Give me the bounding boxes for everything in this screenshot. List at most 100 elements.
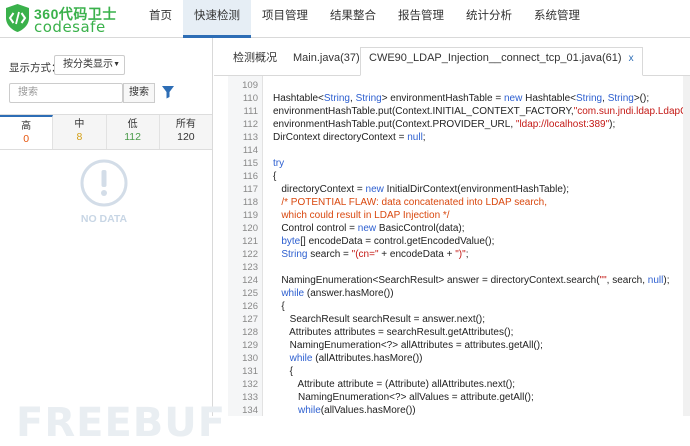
- code-token: which could result in LDAP Injection */: [273, 210, 450, 221]
- code-token: byte: [273, 236, 301, 247]
- nav-results[interactable]: 结果整合: [319, 0, 387, 38]
- line-number: 121: [242, 236, 258, 247]
- nav-system[interactable]: 系统管理: [523, 0, 591, 38]
- severity-tabs: 高 0 中 8 低 112 所有 120: [0, 114, 212, 150]
- code-token: [] encodeData = control.getEncodedValue(…: [300, 236, 495, 247]
- severity-tab-low[interactable]: 低 112: [107, 115, 160, 149]
- line-number: 110: [242, 93, 258, 104]
- nav-projects[interactable]: 项目管理: [251, 0, 319, 38]
- line-number: 116: [242, 171, 258, 182]
- severity-label: 所有: [175, 119, 196, 130]
- nav-home[interactable]: 首页: [138, 0, 183, 38]
- code-token: while: [273, 288, 305, 299]
- code-text: /* POTENTIAL FLAW: data concatenated int…: [273, 196, 547, 209]
- code-token: /* POTENTIAL FLAW: data concatenated int…: [273, 197, 548, 208]
- filter-icon[interactable]: [162, 85, 174, 99]
- code-text: NamingEnumeration<?> allValues = attribu…: [273, 391, 534, 404]
- code-token: directoryContext =: [273, 184, 366, 195]
- severity-tab-high[interactable]: 高 0: [0, 115, 54, 149]
- code-token: (allValues.hasMore()): [320, 405, 416, 416]
- code-token: while: [273, 353, 313, 364]
- search-input[interactable]: 搜索: [9, 83, 123, 103]
- code-token: >();: [633, 93, 650, 104]
- code-text: Hashtable<String, String> environmentHas…: [273, 92, 649, 105]
- code-token: DirContext directoryContext =: [273, 132, 408, 143]
- search-button[interactable]: 搜索: [123, 83, 155, 103]
- code-line: 134 while(allValues.hasMore()): [228, 404, 690, 416]
- line-number: 134: [242, 405, 258, 416]
- code-text: SearchResult searchResult = answer.next(…: [273, 313, 485, 326]
- tab-overview[interactable]: 检测概况: [224, 47, 286, 76]
- code-line: 129 NamingEnumeration<?> allAttributes =…: [228, 339, 690, 352]
- code-token: ")": [455, 249, 466, 260]
- code-token: new: [357, 223, 377, 234]
- code-token: null: [647, 275, 664, 286]
- line-number: 120: [242, 223, 258, 234]
- code-token: try: [273, 158, 285, 169]
- code-text: DirContext directoryContext = null;: [273, 131, 426, 144]
- nav-reports[interactable]: 报告管理: [387, 0, 455, 38]
- code-line: 125 while (answer.hasMore()): [228, 287, 690, 300]
- code-token: ;: [422, 132, 426, 143]
- code-line: 113 DirContext directoryContext = null;: [228, 131, 690, 144]
- line-number: 130: [242, 353, 258, 364]
- display-mode-value: 按分类显示: [63, 59, 113, 70]
- code-token: String: [323, 93, 350, 104]
- line-number: 128: [242, 327, 258, 338]
- severity-count: 112: [124, 131, 141, 143]
- line-number: 133: [242, 392, 258, 403]
- close-icon[interactable]: x: [629, 53, 634, 64]
- code-token: (allAttributes.hasMore()): [312, 353, 423, 364]
- main-nav: 首页 快速检测 项目管理 结果整合 报告管理 统计分析 系统管理: [138, 0, 591, 38]
- code-token: "": [599, 275, 607, 286]
- tab-cwe90-file[interactable]: CWE90_LDAP_Injection__connect_tcp_01.jav…: [360, 47, 643, 76]
- code-token: environmentHashTable.put(Context.INITIAL…: [273, 106, 574, 117]
- file-tabbar: 检测概况 Main.java(37) CWE90_LDAP_Injection_…: [214, 38, 690, 76]
- code-token: environmentHashTable.put(Context.PROVIDE…: [273, 119, 516, 130]
- code-text: NamingEnumeration<SearchResult> answer =…: [273, 274, 669, 287]
- code-token: BasicControl(data);: [376, 223, 465, 234]
- code-token: , search,: [606, 275, 648, 286]
- line-number: 118: [242, 197, 258, 208]
- code-line: 132 Attribute attribute = (Attribute) al…: [228, 378, 690, 391]
- vertical-scrollbar[interactable]: [683, 76, 690, 416]
- code-line: 111 environmentHashTable.put(Context.INIT…: [228, 105, 690, 118]
- severity-tab-all[interactable]: 所有 120: [160, 115, 212, 149]
- line-number: 119: [242, 210, 258, 221]
- severity-tab-medium[interactable]: 中 8: [53, 115, 107, 149]
- code-line: 127 SearchResult searchResult = answer.n…: [228, 313, 690, 326]
- display-mode-select[interactable]: 按分类显示 ▼: [54, 55, 125, 75]
- code-line: 131 {: [228, 365, 690, 378]
- severity-label: 高: [21, 121, 32, 132]
- code-token: );: [609, 119, 616, 130]
- top-navbar: 360代码卫士 codesafe 首页 快速检测 项目管理 结果整合 报告管理 …: [0, 0, 690, 38]
- code-token: null: [407, 132, 423, 143]
- code-text: {: [273, 170, 276, 183]
- code-token: "(cn=": [351, 249, 379, 260]
- code-line: 123: [228, 261, 690, 274]
- nav-quick-scan[interactable]: 快速检测: [183, 0, 251, 38]
- code-line: 118 /* POTENTIAL FLAW: data concatenated…: [228, 196, 690, 209]
- code-line: 112 environmentHashTable.put(Context.PROV…: [228, 118, 690, 131]
- brand-logo[interactable]: 360代码卫士 codesafe: [4, 3, 144, 36]
- code-text: Attributes attributes = searchResult.get…: [273, 326, 513, 339]
- code-text: Attribute attribute = (Attribute) allAtt…: [273, 378, 515, 391]
- line-number: 124: [242, 275, 258, 286]
- code-token: while: [273, 405, 321, 416]
- severity-count: 120: [177, 131, 195, 143]
- code-token: ;: [465, 249, 469, 260]
- code-editor[interactable]: 109 110 Hashtable<String, String> environm…: [228, 76, 690, 416]
- tab-main-java[interactable]: Main.java(37): [284, 47, 369, 76]
- code-token: SearchResult searchResult = answer.next(…: [273, 314, 486, 325]
- code-token: NamingEnumeration<?> allValues = attribu…: [273, 392, 534, 403]
- shield-code-icon: [6, 4, 29, 32]
- code-text: String search = "(cn=" + encodeData + ")…: [273, 248, 468, 261]
- nav-statistics[interactable]: 统计分析: [455, 0, 523, 38]
- code-line: 130 while (allAttributes.hasMore()): [228, 352, 690, 365]
- line-number: 117: [242, 184, 258, 195]
- line-number: 111: [243, 106, 258, 117]
- code-text: while (answer.hasMore()): [273, 287, 394, 300]
- code-token: (answer.hasMore()): [304, 288, 394, 299]
- code-token: Control control =: [273, 223, 358, 234]
- code-token: search =: [307, 249, 352, 260]
